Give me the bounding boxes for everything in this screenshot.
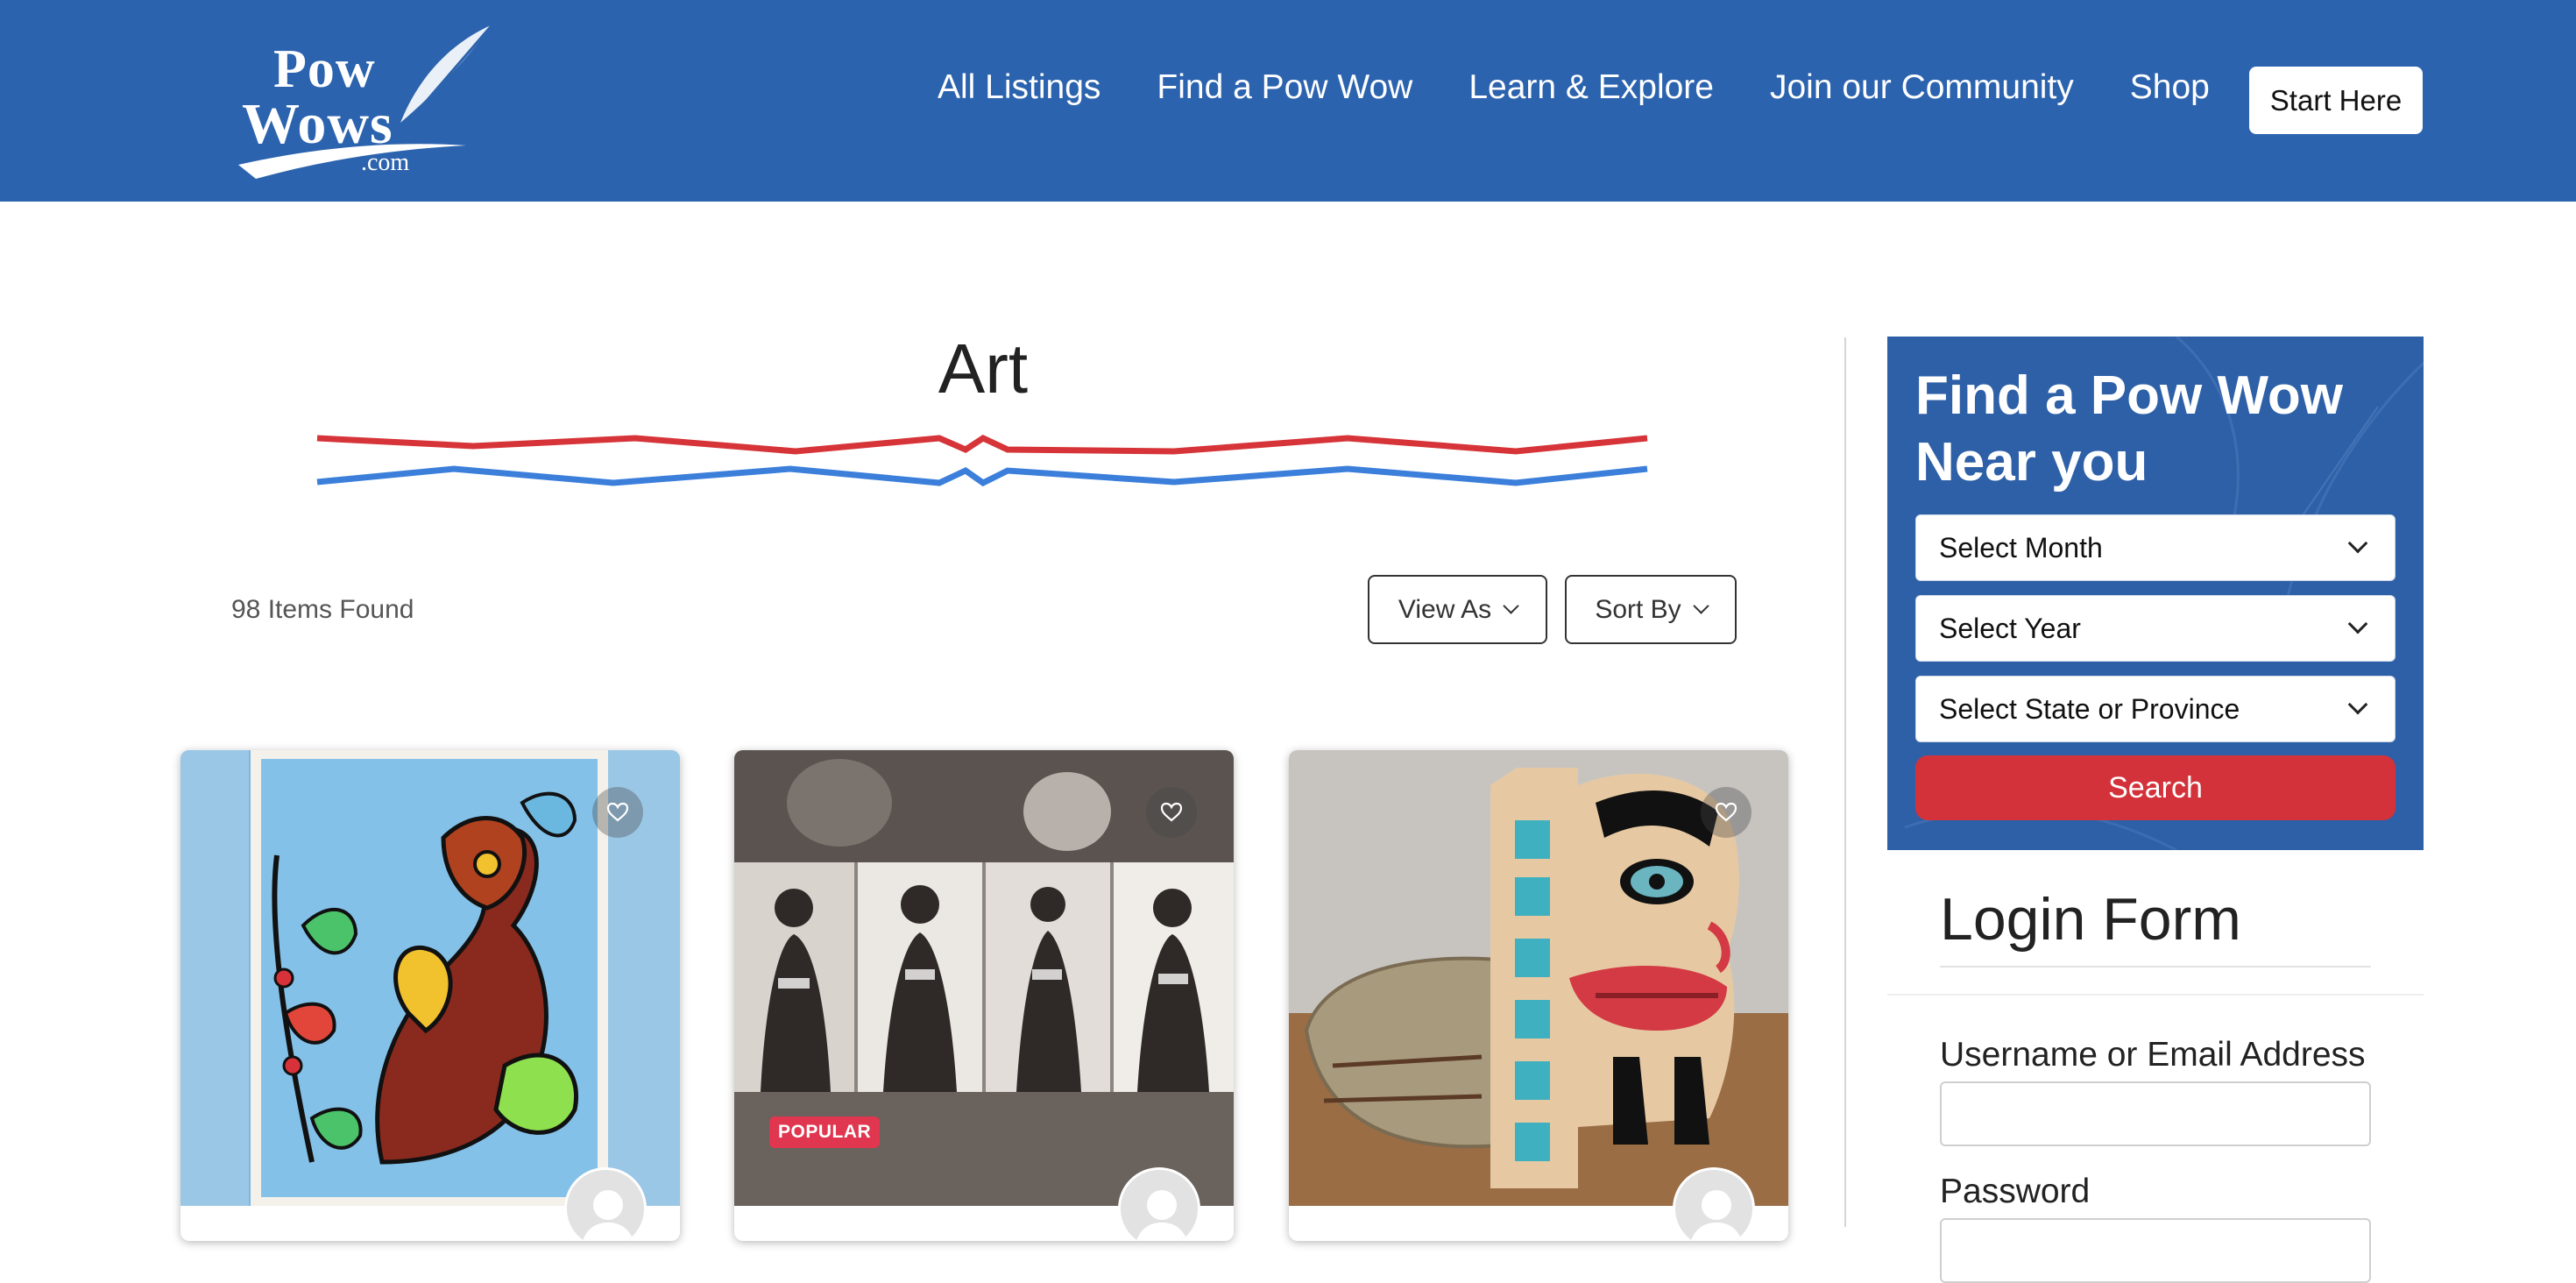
nav-find-pow-wow[interactable]: Find a Pow Wow bbox=[1157, 68, 1412, 107]
password-label: Password bbox=[1940, 1173, 2091, 1210]
nav-all-listings[interactable]: All Listings bbox=[938, 68, 1100, 107]
user-avatar-icon bbox=[1675, 1170, 1752, 1241]
sort-by-label: Sort By bbox=[1595, 594, 1681, 624]
start-here-button[interactable]: Start Here bbox=[2249, 67, 2423, 134]
page-title: Art bbox=[938, 330, 1029, 408]
favorite-button[interactable] bbox=[1146, 787, 1197, 838]
heart-icon bbox=[606, 802, 629, 822]
login-separator bbox=[1887, 994, 2424, 996]
seller-avatar[interactable] bbox=[564, 1167, 647, 1241]
view-as-dropdown[interactable]: View As bbox=[1368, 575, 1547, 644]
listing-card[interactable] bbox=[1289, 750, 1788, 1241]
chevron-down-icon bbox=[1692, 598, 1709, 614]
site-logo[interactable]: Pow Wows .com bbox=[230, 18, 501, 184]
heart-icon bbox=[1160, 802, 1183, 822]
nav-learn-explore[interactable]: Learn & Explore bbox=[1468, 68, 1714, 107]
logo-text-com: .com bbox=[361, 149, 410, 176]
password-field[interactable] bbox=[1940, 1218, 2371, 1283]
chevron-down-icon bbox=[1503, 598, 1519, 614]
nav-shop[interactable]: Shop bbox=[2130, 68, 2210, 107]
select-year[interactable]: Select Year bbox=[1915, 595, 2396, 662]
site-header: Pow Wows .com All Listings Find a Pow Wo… bbox=[0, 0, 2576, 202]
select-state-label: Select State or Province bbox=[1939, 692, 2240, 725]
sidebar-divider bbox=[1844, 337, 1846, 1227]
seller-avatar[interactable] bbox=[1673, 1167, 1755, 1241]
main-nav: All Listings Find a Pow Wow Learn & Expl… bbox=[938, 68, 2266, 107]
sort-by-dropdown[interactable]: Sort By bbox=[1565, 575, 1737, 644]
favorite-button[interactable] bbox=[592, 787, 643, 838]
nav-join-community[interactable]: Join our Community bbox=[1770, 68, 2074, 107]
username-field[interactable] bbox=[1940, 1081, 2371, 1146]
finder-title: Find a Pow Wow Near you bbox=[1915, 365, 2343, 493]
select-month-label: Select Month bbox=[1939, 531, 2103, 564]
popular-badge: POPULAR bbox=[769, 1116, 881, 1148]
username-label: Username or Email Address bbox=[1940, 1036, 2366, 1074]
chevron-down-icon bbox=[2347, 533, 2368, 554]
select-month[interactable]: Select Month bbox=[1915, 514, 2396, 581]
login-form-title: Login Form bbox=[1940, 886, 2241, 953]
select-year-label: Select Year bbox=[1939, 612, 2081, 644]
items-found-count: 98 Items Found bbox=[231, 595, 414, 624]
login-title-underline bbox=[1940, 966, 2371, 968]
chevron-down-icon bbox=[2347, 694, 2368, 715]
heart-icon bbox=[1715, 802, 1737, 822]
favorite-button[interactable] bbox=[1701, 787, 1752, 838]
listing-card[interactable]: POPULAR bbox=[734, 750, 1234, 1241]
select-state-province[interactable]: Select State or Province bbox=[1915, 676, 2396, 742]
listing-card[interactable] bbox=[180, 750, 680, 1241]
user-avatar-icon bbox=[1121, 1170, 1198, 1241]
seller-avatar[interactable] bbox=[1118, 1167, 1200, 1241]
search-button[interactable]: Search bbox=[1915, 755, 2396, 820]
chevron-down-icon bbox=[2347, 613, 2368, 634]
user-avatar-icon bbox=[567, 1170, 644, 1241]
view-as-label: View As bbox=[1398, 594, 1492, 624]
logo-text-wows: Wows bbox=[242, 92, 393, 156]
find-pow-wow-widget: Find a Pow Wow Near you Select Month Sel… bbox=[1887, 337, 2424, 850]
decorative-zigzag-divider bbox=[316, 435, 1648, 486]
